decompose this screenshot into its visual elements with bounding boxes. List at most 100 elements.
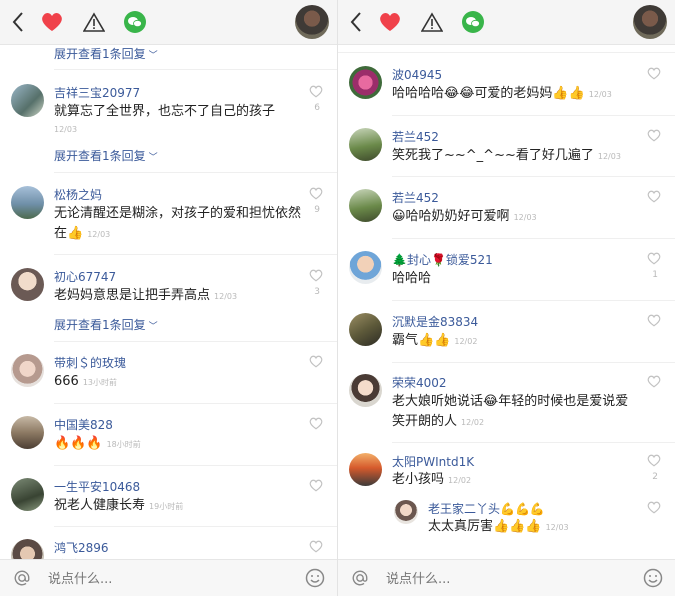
like-count: 3 xyxy=(314,287,320,297)
like-heart-icon[interactable] xyxy=(647,500,661,514)
like-heart-icon[interactable] xyxy=(309,416,323,430)
comment-meta: 12/03 xyxy=(54,119,77,140)
comment-nickname[interactable]: 若兰452 xyxy=(392,128,439,145)
like-heart-icon[interactable] xyxy=(309,354,323,368)
comment-nickname[interactable]: 🌲封心🌹锁爱521 xyxy=(392,251,493,268)
wechat-icon[interactable] xyxy=(459,8,487,36)
like-heart-icon[interactable] xyxy=(647,128,661,142)
comment-nickname[interactable]: 带刺＄的玫瑰 xyxy=(54,354,126,371)
divider xyxy=(338,52,675,53)
avatar[interactable] xyxy=(11,416,44,449)
like-heart-icon[interactable] xyxy=(309,186,323,200)
like-count: 9 xyxy=(314,205,320,215)
avatar[interactable] xyxy=(11,186,44,219)
comment-text-line: 老小孩吗 xyxy=(392,472,445,487)
like-heart-icon[interactable] xyxy=(647,66,661,80)
comment-text: 老妈妈意思是让把手弄高点 12/03 xyxy=(54,286,237,307)
comment-time: 12/02 xyxy=(454,337,478,346)
comment-text-line: 霸气👍👍 xyxy=(392,333,451,348)
avatar[interactable] xyxy=(349,374,382,407)
like-heart-icon[interactable] xyxy=(309,268,323,282)
like-heart-icon[interactable] xyxy=(309,478,323,492)
avatar[interactable] xyxy=(11,84,44,117)
comment-text-line: 😀哈哈奶奶好可爱啊 xyxy=(392,209,510,224)
avatar[interactable] xyxy=(349,251,382,284)
comment-nickname[interactable]: 吉祥三宝20977 xyxy=(54,84,140,101)
chevron-down-icon: ﹀ xyxy=(148,322,158,332)
comment-text: 老小孩吗 12/02 xyxy=(392,470,471,491)
author-avatar[interactable] xyxy=(295,5,329,39)
comment-time: 12/03 xyxy=(513,213,537,222)
avatar[interactable] xyxy=(349,128,382,161)
like-heart-icon[interactable] xyxy=(309,84,323,98)
avatar[interactable] xyxy=(11,539,44,560)
comment-text-line: 祝老人健康长寿 xyxy=(54,498,146,513)
like-count: 2 xyxy=(652,472,658,482)
author-avatar[interactable] xyxy=(633,5,667,39)
comment-text-line: 老妈妈意思是让把手弄高点 xyxy=(54,288,211,303)
comment-nickname[interactable]: 波04945 xyxy=(392,66,442,83)
comment-time: 12/03 xyxy=(214,292,238,301)
divider xyxy=(392,362,675,363)
comment-nickname[interactable]: 若兰452 xyxy=(392,189,439,206)
comment-time: 12/02 xyxy=(461,418,485,427)
comment-time: 18小时前 xyxy=(106,440,141,449)
comment-nickname[interactable]: 沉默是金83834 xyxy=(392,313,478,330)
heart-icon[interactable] xyxy=(38,8,66,36)
expand-replies-link[interactable]: 展开查看1条回复 ﹀ xyxy=(54,147,158,164)
expand-replies-link[interactable]: 展开查看1条回复 ﹀ xyxy=(54,45,158,62)
like-heart-icon[interactable] xyxy=(647,313,661,327)
avatar[interactable] xyxy=(11,478,44,511)
comment-text: 霸气👍👍 12/02 xyxy=(392,331,477,352)
heart-icon[interactable] xyxy=(376,8,404,36)
avatar[interactable] xyxy=(349,313,382,346)
back-icon[interactable] xyxy=(4,8,32,36)
like-heart-icon[interactable] xyxy=(647,374,661,388)
avatar[interactable] xyxy=(349,453,382,486)
wechat-icon[interactable] xyxy=(121,8,149,36)
avatar[interactable] xyxy=(394,500,418,524)
comment-nickname[interactable]: 鸿飞2896 xyxy=(54,539,109,556)
comment-text-line: 666 xyxy=(54,374,79,389)
comment-input-bar xyxy=(338,559,675,596)
screens: 展开查看1条回复 ﹀ 吉祥三宝20977 就算忘了全世界，也忘不了自己的孩子 12… xyxy=(0,0,675,596)
reply-text: 太太真厉害👍👍👍 12/03 xyxy=(428,517,569,538)
comment-nickname[interactable]: 松杨之妈 xyxy=(54,186,102,203)
comment-input[interactable] xyxy=(46,566,270,592)
comment-text: 笑死我了~~^_^~~看了好几遍了 12/03 xyxy=(392,146,621,167)
avatar[interactable] xyxy=(11,268,44,301)
warning-icon[interactable] xyxy=(80,8,108,36)
like-heart-icon[interactable] xyxy=(647,189,661,203)
comment-input[interactable] xyxy=(384,566,608,592)
comment-nickname[interactable]: 一生平安10468 xyxy=(54,478,140,495)
comment-nickname[interactable]: 太阳PWIntd1K xyxy=(392,453,474,470)
reply-nickname[interactable]: 老王家二丫头💪💪💪 xyxy=(428,500,545,517)
avatar[interactable] xyxy=(11,354,44,387)
like-heart-icon[interactable] xyxy=(309,539,323,553)
like-count: 1 xyxy=(652,270,658,280)
avatar[interactable] xyxy=(349,189,382,222)
avatar[interactable] xyxy=(349,66,382,99)
comment-nickname[interactable]: 荣荣4002 xyxy=(392,374,447,391)
divider xyxy=(392,442,675,443)
at-icon[interactable] xyxy=(12,568,32,588)
comment-input-bar xyxy=(0,559,337,596)
warning-icon[interactable] xyxy=(418,8,446,36)
emoji-icon[interactable] xyxy=(643,568,663,588)
like-heart-icon[interactable] xyxy=(647,251,661,265)
divider xyxy=(54,465,337,466)
back-icon[interactable] xyxy=(342,8,370,36)
comment-nickname[interactable]: 中国美828 xyxy=(54,416,113,433)
comment-nickname[interactable]: 初心67747 xyxy=(54,268,116,285)
expand-replies-link[interactable]: 展开查看1条回复 ﹀ xyxy=(54,316,158,333)
comment-time: 12/03 xyxy=(597,152,621,161)
comment-text: 笑开朗的人 12/02 xyxy=(392,412,484,433)
divider xyxy=(54,526,337,527)
at-icon[interactable] xyxy=(350,568,370,588)
emoji-icon[interactable] xyxy=(305,568,325,588)
comment-time: 12/03 xyxy=(87,230,111,239)
like-heart-icon[interactable] xyxy=(647,453,661,467)
comment-list: 展开查看1条回复 ﹀ 吉祥三宝20977 就算忘了全世界，也忘不了自己的孩子 12… xyxy=(0,45,337,560)
divider xyxy=(54,69,337,70)
reply-text-line: 太太真厉害👍👍👍 xyxy=(428,519,542,534)
